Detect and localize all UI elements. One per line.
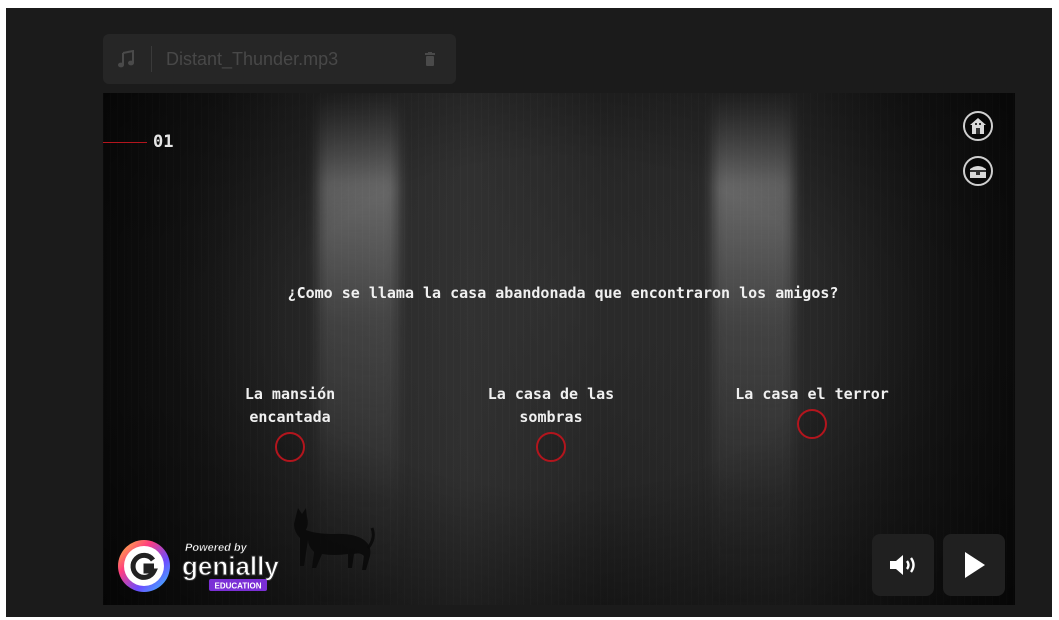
audio-file-bar[interactable]: Distant_Thunder.mp3: [103, 34, 456, 84]
home-icon: [970, 118, 986, 134]
cat-silhouette-icon: [294, 508, 375, 570]
answer-option-1[interactable]: La mansión encantada: [205, 383, 375, 462]
answer-option-2[interactable]: La casa de las sombras: [466, 383, 636, 462]
svg-text:genially: genially: [182, 551, 279, 581]
trash-icon[interactable]: [422, 50, 438, 68]
quiz-slide: 01 ¿Como se llama la casa abandonada que…: [103, 93, 1015, 605]
answer-radio[interactable]: [797, 409, 827, 439]
education-badge: EDUCATION: [215, 582, 262, 591]
chest-button[interactable]: [963, 156, 993, 186]
audio-filename: Distant_Thunder.mp3: [166, 48, 339, 69]
light-beam-right: [713, 93, 793, 605]
chest-icon: [970, 166, 986, 178]
play-button[interactable]: [943, 534, 1005, 596]
audio-bar-divider: [151, 46, 152, 72]
answer-radio[interactable]: [536, 432, 566, 462]
question-number: 01: [153, 132, 174, 152]
question-number-line: [103, 142, 147, 143]
answer-option-3[interactable]: La casa el terror: [727, 383, 897, 439]
page: Distant_Thunder.mp3 01 ¿Como se llama la…: [6, 8, 1052, 617]
answer-radio[interactable]: [275, 432, 305, 462]
svg-text:EDUCATION: EDUCATION: [215, 582, 262, 591]
music-note-icon: [115, 48, 137, 70]
play-icon: [965, 552, 985, 578]
home-button[interactable]: [963, 111, 993, 141]
genially-wordmark: genially: [182, 551, 279, 581]
volume-button[interactable]: [872, 534, 934, 596]
volume-icon: [890, 555, 915, 575]
answer-label: La mansión encantada: [244, 385, 336, 426]
background-texture: [103, 93, 1015, 605]
question-text: ¿Como se llama la casa abandonada que en…: [287, 284, 839, 302]
genially-logo[interactable]: Powered by genially EDUCATION: [113, 533, 293, 599]
answer-label: La casa de las sombras: [487, 385, 615, 426]
background-vignette: [103, 93, 1015, 605]
answer-label: La casa el terror: [735, 385, 889, 403]
